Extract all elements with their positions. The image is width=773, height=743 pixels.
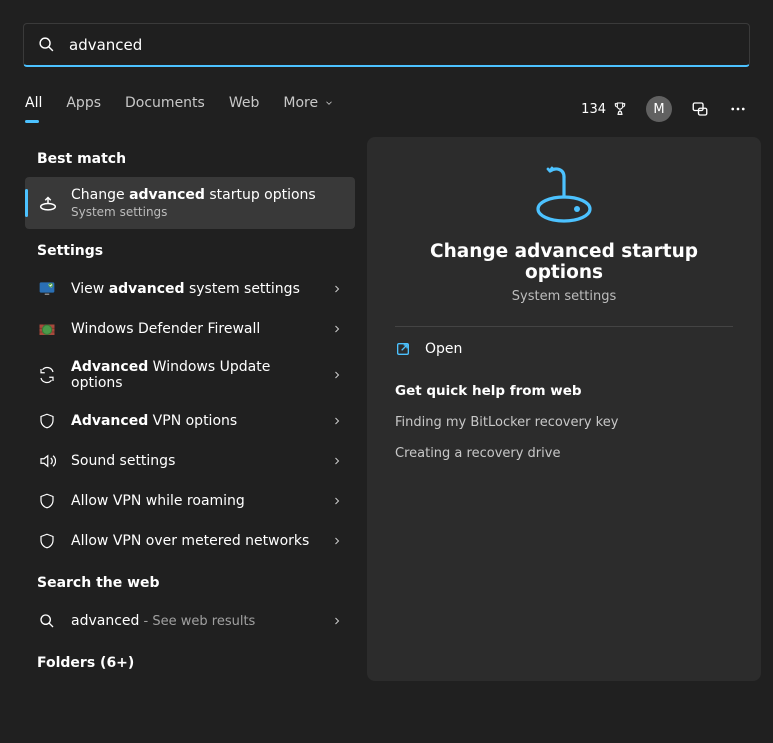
chevron-right-icon bbox=[331, 415, 343, 427]
settings-result-label: Advanced VPN options bbox=[71, 413, 317, 429]
settings-result-label: Sound settings bbox=[71, 453, 317, 469]
search-input[interactable] bbox=[69, 36, 735, 54]
chevron-right-icon bbox=[331, 455, 343, 467]
tab-apps[interactable]: Apps bbox=[66, 95, 101, 123]
quick-help-header: Get quick help from web bbox=[395, 383, 733, 399]
web-search-label: advanced - See web results bbox=[71, 613, 317, 629]
settings-result[interactable]: Advanced VPN options bbox=[25, 401, 355, 441]
open-label: Open bbox=[425, 341, 462, 357]
startup-hero-icon bbox=[530, 163, 598, 225]
tab-more[interactable]: More bbox=[283, 95, 334, 123]
tab-web[interactable]: Web bbox=[229, 95, 260, 123]
preview-subtitle: System settings bbox=[512, 289, 616, 304]
user-avatar[interactable]: M bbox=[646, 96, 672, 122]
results-column: Best match Change advanced startup optio… bbox=[25, 137, 355, 681]
section-settings: Settings bbox=[37, 243, 355, 259]
chevron-down-icon bbox=[324, 98, 334, 108]
search-bar[interactable] bbox=[23, 23, 750, 67]
sound-icon bbox=[37, 451, 57, 471]
open-action[interactable]: Open bbox=[395, 327, 733, 371]
settings-result[interactable]: Allow VPN over metered networks bbox=[25, 521, 355, 561]
chevron-right-icon bbox=[331, 323, 343, 335]
best-match-title: Change advanced startup options bbox=[71, 187, 343, 203]
startup-icon bbox=[37, 192, 59, 214]
preview-pane: Change advanced startup options System s… bbox=[367, 137, 761, 681]
chat-icon[interactable] bbox=[690, 99, 710, 119]
tab-all[interactable]: All bbox=[25, 95, 42, 123]
help-link[interactable]: Creating a recovery drive bbox=[395, 446, 733, 461]
shield-icon bbox=[37, 531, 57, 551]
settings-result[interactable]: Sound settings bbox=[25, 441, 355, 481]
open-icon bbox=[395, 341, 411, 357]
settings-result[interactable]: Windows Defender Firewall bbox=[25, 309, 355, 349]
tab-documents[interactable]: Documents bbox=[125, 95, 205, 123]
web-search-result[interactable]: advanced - See web results bbox=[25, 601, 355, 641]
shield-icon bbox=[37, 491, 57, 511]
settings-result-label: Advanced Windows Update options bbox=[71, 359, 317, 391]
chevron-right-icon bbox=[331, 495, 343, 507]
search-icon bbox=[37, 611, 57, 631]
more-options-icon[interactable] bbox=[728, 99, 748, 119]
settings-result-label: View advanced system settings bbox=[71, 281, 317, 297]
shield-icon bbox=[37, 411, 57, 431]
section-search-web: Search the web bbox=[37, 575, 355, 591]
settings-result-label: Allow VPN while roaming bbox=[71, 493, 317, 509]
rewards-points[interactable]: 134 bbox=[581, 101, 628, 117]
settings-result-label: Allow VPN over metered networks bbox=[71, 533, 317, 549]
search-icon bbox=[38, 36, 55, 53]
chevron-right-icon bbox=[331, 369, 343, 381]
trophy-icon bbox=[612, 101, 628, 117]
chevron-right-icon bbox=[331, 535, 343, 547]
settings-result-label: Windows Defender Firewall bbox=[71, 321, 317, 337]
chevron-right-icon bbox=[331, 615, 343, 627]
chevron-right-icon bbox=[331, 283, 343, 295]
sync-icon bbox=[37, 365, 57, 385]
monitor-icon bbox=[37, 279, 57, 299]
rewards-points-value: 134 bbox=[581, 102, 606, 117]
help-link[interactable]: Finding my BitLocker recovery key bbox=[395, 415, 733, 430]
settings-result[interactable]: Allow VPN while roaming bbox=[25, 481, 355, 521]
section-folders: Folders (6+) bbox=[37, 655, 355, 671]
preview-title: Change advanced startup options bbox=[395, 241, 733, 283]
settings-result[interactable]: Advanced Windows Update options bbox=[25, 349, 355, 401]
filter-tab-row: All Apps Documents Web More 134 M bbox=[0, 91, 773, 127]
tab-more-label: More bbox=[283, 95, 318, 111]
settings-result[interactable]: View advanced system settings bbox=[25, 269, 355, 309]
firewall-icon bbox=[37, 319, 57, 339]
best-match-result[interactable]: Change advanced startup options System s… bbox=[25, 177, 355, 229]
section-best-match: Best match bbox=[37, 151, 355, 167]
best-match-subtitle: System settings bbox=[71, 205, 343, 219]
